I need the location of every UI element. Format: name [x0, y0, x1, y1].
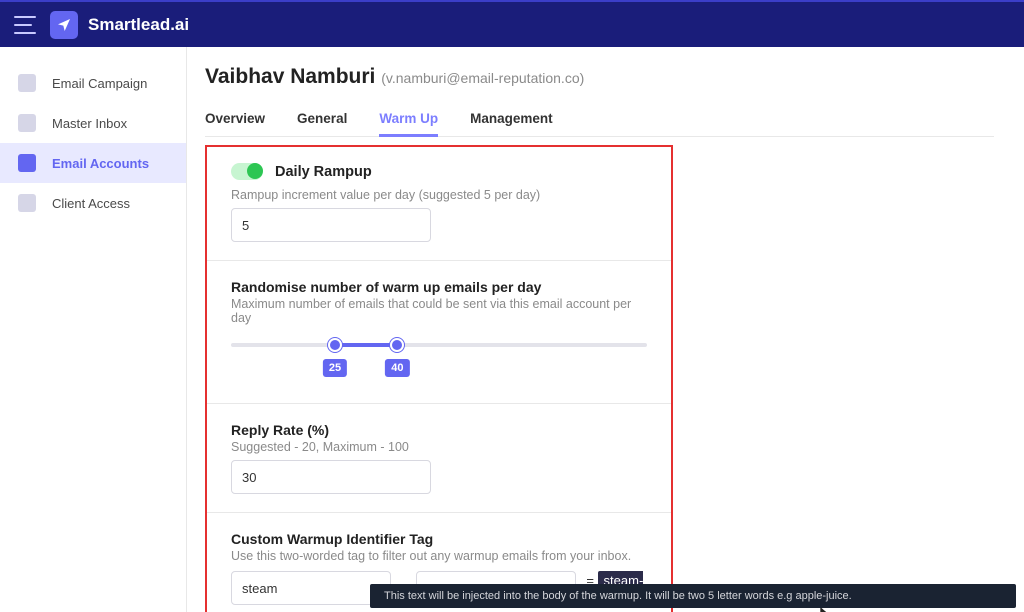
sidebar-item-client-access[interactable]: Client Access	[0, 183, 186, 223]
sidebar-item-master-inbox[interactable]: Master Inbox	[0, 103, 186, 143]
sidebar-item-label: Email Campaign	[52, 76, 147, 91]
rampup-hint: Rampup increment value per day (suggeste…	[231, 188, 647, 202]
daily-rampup-toggle[interactable]	[231, 163, 263, 180]
brand-name: Smartlead.ai	[88, 15, 189, 35]
main-content: Vaibhav Namburi (v.namburi@email-reputat…	[187, 47, 1024, 612]
sidebar: Email Campaign Master Inbox Email Accoun…	[0, 47, 187, 612]
page-title: Vaibhav Namburi (v.namburi@email-reputat…	[205, 65, 994, 89]
top-nav: Smartlead.ai	[0, 0, 1024, 47]
slider-min-badge: 25	[323, 359, 347, 377]
divider	[207, 512, 671, 513]
sidebar-item-label: Client Access	[52, 196, 130, 211]
tab-warm-up[interactable]: Warm Up	[379, 103, 438, 136]
sidebar-item-label: Email Accounts	[52, 156, 149, 171]
inbox-icon	[18, 114, 36, 132]
daily-rampup-label: Daily Rampup	[275, 164, 372, 180]
tooltip-bar: This text will be injected into the body…	[370, 584, 1016, 608]
menu-icon[interactable]	[14, 16, 36, 34]
divider	[207, 403, 671, 404]
tabs: Overview General Warm Up Management	[205, 103, 994, 137]
campaign-icon	[18, 74, 36, 92]
account-name: Vaibhav Namburi	[205, 65, 375, 88]
divider	[207, 260, 671, 261]
reply-rate-hint: Suggested - 20, Maximum - 100	[231, 440, 647, 454]
slider-max-badge: 40	[385, 359, 409, 377]
accounts-icon	[18, 154, 36, 172]
sidebar-item-email-accounts[interactable]: Email Accounts	[0, 143, 186, 183]
rampup-value-input[interactable]	[231, 208, 431, 242]
sidebar-item-email-campaign[interactable]: Email Campaign	[0, 63, 186, 103]
tag-hint: Use this two-worded tag to filter out an…	[231, 549, 647, 563]
client-icon	[18, 194, 36, 212]
sidebar-item-label: Master Inbox	[52, 116, 127, 131]
tab-overview[interactable]: Overview	[205, 103, 265, 136]
tag-title: Custom Warmup Identifier Tag	[231, 531, 647, 547]
reply-rate-title: Reply Rate (%)	[231, 422, 647, 438]
randomise-hint: Maximum number of emails that could be s…	[231, 297, 647, 325]
tag-word1-input[interactable]	[231, 571, 391, 605]
brand-logo-icon	[50, 11, 78, 39]
warmup-range-slider[interactable]: 25 40	[231, 335, 647, 385]
tab-general[interactable]: General	[297, 103, 347, 136]
slider-handle-max[interactable]	[390, 338, 404, 352]
slider-handle-min[interactable]	[328, 338, 342, 352]
randomise-title: Randomise number of warm up emails per d…	[231, 279, 647, 295]
account-email: (v.namburi@email-reputation.co)	[381, 70, 584, 86]
tab-management[interactable]: Management	[470, 103, 553, 136]
reply-rate-input[interactable]	[231, 460, 431, 494]
warmup-settings-panel: Daily Rampup Rampup increment value per …	[205, 145, 673, 612]
